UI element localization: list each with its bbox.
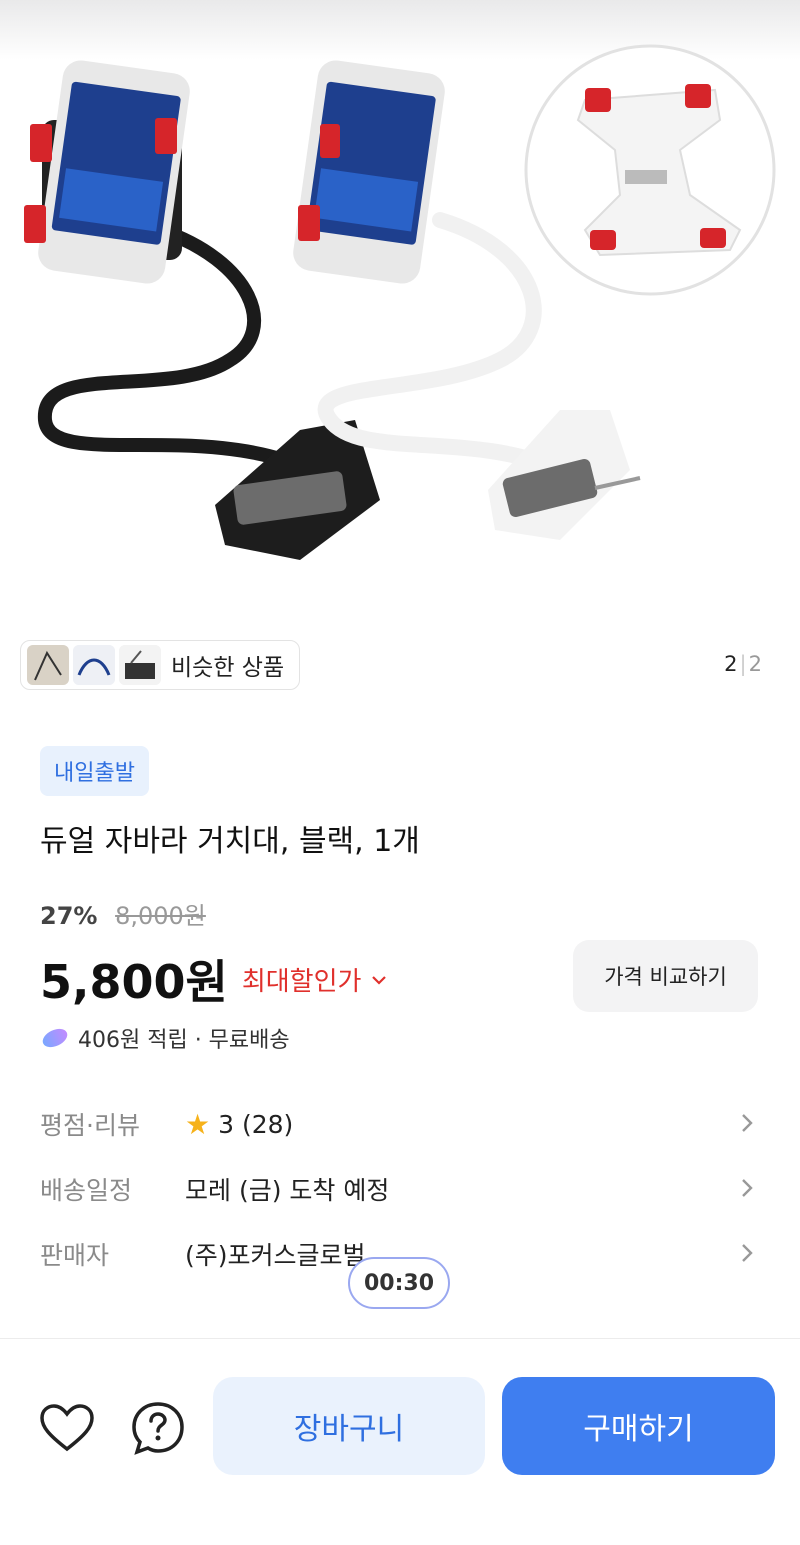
chevron-down-icon xyxy=(371,969,387,990)
similar-products-label: 비슷한 상품 xyxy=(171,655,285,681)
bottom-action-bar: 장바구니 구매하기 xyxy=(0,1340,800,1545)
discount-percent: 27% xyxy=(40,902,98,930)
max-discount-label: 최대할인가 xyxy=(241,966,362,997)
star-icon: ★ xyxy=(185,1107,211,1141)
similar-thumb-2 xyxy=(73,645,115,685)
price-compare-button[interactable]: 가격 비교하기 xyxy=(573,940,758,1012)
max-discount-toggle[interactable]: 최대할인가 xyxy=(242,961,388,998)
seller-label: 판매자 xyxy=(40,1241,110,1270)
similar-thumb-1 xyxy=(27,645,69,685)
seller-value: (주)포커스글로벌 xyxy=(185,1241,366,1270)
heart-icon xyxy=(39,1403,95,1457)
divider xyxy=(0,1338,800,1339)
delivery-label: 배송일정 xyxy=(40,1176,133,1205)
add-to-cart-button[interactable]: 장바구니 xyxy=(213,1377,485,1475)
original-price: 8,000원 xyxy=(115,902,206,930)
chevron-right-icon xyxy=(740,1111,754,1141)
product-title: 듀얼 자바라 거치대, 블랙, 1개 xyxy=(40,824,420,859)
pager-current: 2 xyxy=(724,652,738,676)
delivery-value: 모레 (금) 도착 예정 xyxy=(185,1176,390,1205)
similar-products-button[interactable]: 비슷한 상품 xyxy=(20,640,300,690)
delivery-schedule-row[interactable]: 배송일정 모레 (금) 도착 예정 xyxy=(40,1164,760,1214)
price-row: 5,800원 최대할인가 xyxy=(40,946,387,1012)
pager-separator: | xyxy=(739,652,747,676)
image-pager: 2|2 xyxy=(724,652,762,676)
rating-review-row[interactable]: 평점·리뷰 ★ 3 (28) xyxy=(40,1099,760,1149)
chevron-right-icon xyxy=(740,1241,754,1271)
rating-score: 3 xyxy=(218,1109,235,1139)
inquiry-button[interactable] xyxy=(128,1400,188,1460)
shipping-badge: 내일출발 xyxy=(40,746,149,796)
sale-price: 5,800원 xyxy=(40,955,228,1009)
similar-thumb-3 xyxy=(119,645,161,685)
product-image xyxy=(24,44,776,560)
points-shipping-row: 406원 적립 · 무료배송 xyxy=(40,1022,290,1054)
rating-label: 평점·리뷰 xyxy=(40,1111,140,1140)
discount-row: 27% 8,000원 xyxy=(40,896,206,931)
review-count: (28) xyxy=(241,1109,294,1139)
question-icon xyxy=(130,1400,186,1460)
chevron-right-icon xyxy=(740,1176,754,1206)
points-text: 406원 적립 · 무료배송 xyxy=(78,1028,290,1053)
product-image-gallery[interactable] xyxy=(0,0,800,620)
countdown-timer: 00:30 xyxy=(348,1257,450,1309)
pager-total: 2 xyxy=(748,652,762,676)
buy-now-button[interactable]: 구매하기 xyxy=(502,1377,775,1475)
wishlist-button[interactable] xyxy=(37,1400,97,1460)
points-icon xyxy=(40,1027,70,1049)
shipping-badge-label: 내일출발 xyxy=(54,761,135,786)
